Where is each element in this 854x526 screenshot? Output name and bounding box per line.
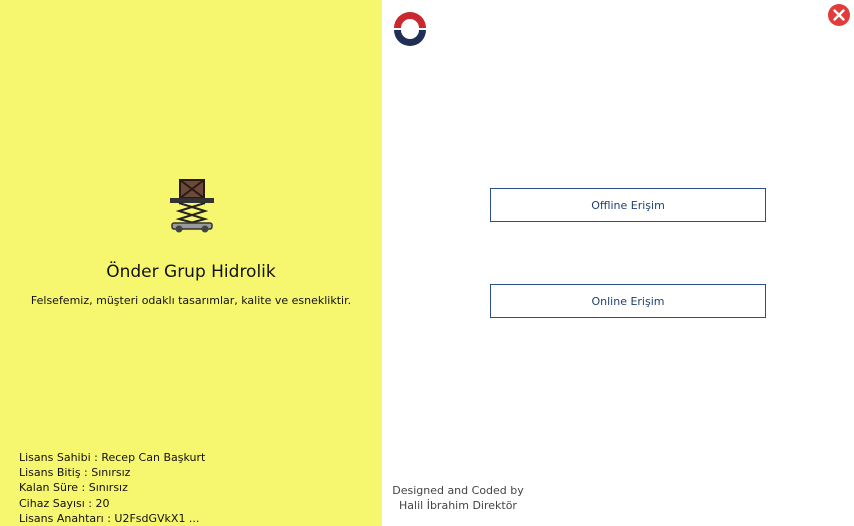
launcher-window: Önder Grup Hidrolik Felsefemiz, müşteri …	[0, 0, 854, 526]
license-key: Lisans Anahtarı : U2FsdGVkX1 ...	[19, 511, 200, 525]
brand-logo-icon	[394, 12, 426, 46]
action-panel	[382, 0, 854, 526]
credits: Designed and Coded by Halil İbrahim Dire…	[388, 483, 528, 513]
license-remaining: Kalan Süre : Sınırsız	[19, 481, 128, 495]
close-icon[interactable]	[827, 3, 851, 27]
scissor-lift-icon	[170, 179, 214, 233]
app-title: Önder Grup Hidrolik	[106, 262, 276, 282]
app-tagline: Felsefemiz, müşteri odaklı tasarımlar, k…	[30, 294, 352, 307]
offline-access-button[interactable]: Offline Erişim	[490, 188, 766, 222]
info-panel: Önder Grup Hidrolik Felsefemiz, müşteri …	[0, 0, 382, 526]
license-owner: Lisans Sahibi : Recep Can Başkurt	[19, 451, 206, 464]
credits-line-author: Halil İbrahim Direktör	[399, 499, 517, 512]
license-expiry: Lisans Bitiş : Sınırsız	[19, 466, 131, 480]
license-device-count: Cihaz Sayısı : 20	[19, 496, 110, 510]
credits-line-designed: Designed and Coded by	[392, 484, 524, 497]
license-info: Lisans Sahibi : Recep Can Başkurt Lisans…	[19, 450, 205, 526]
online-access-button[interactable]: Online Erişim	[490, 284, 766, 318]
